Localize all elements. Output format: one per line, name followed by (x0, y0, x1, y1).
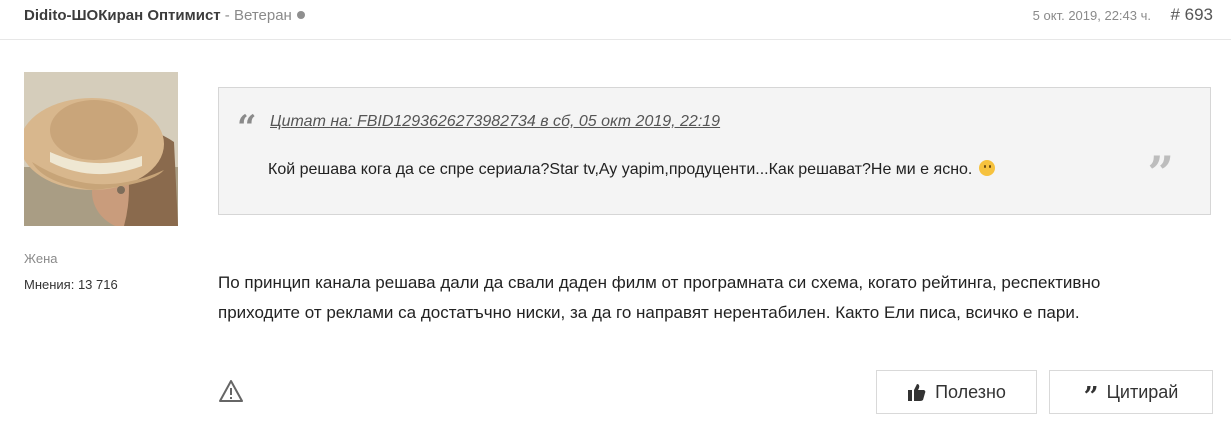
author-gender: Жена (24, 251, 58, 266)
offline-dot-icon (296, 11, 305, 20)
quote-icon: ” (1083, 382, 1099, 412)
quote-close-icon: ” (1147, 146, 1174, 200)
thinking-face-emoji (978, 160, 995, 176)
quote-block: “ Цитат на: FBID1293626273982734 в сб, 0… (218, 87, 1211, 215)
thumbs-up-icon (907, 382, 927, 402)
author-name[interactable]: Didito-ШОКиран Оптимист (24, 7, 221, 24)
author-separator: - (220, 7, 234, 24)
quote-button[interactable]: ” Цитирай (1049, 370, 1213, 414)
quote-open-icon: “ (237, 108, 257, 148)
post-date[interactable]: 5 окт. 2019, 22:43 ч. (1033, 8, 1151, 23)
quote-cite-link[interactable]: Цитат на: FBID1293626273982734 в сб, 05 … (270, 113, 720, 131)
quote-text-content: Кой решава кога да се спре сериала?Star … (268, 161, 973, 178)
report-button[interactable] (218, 378, 244, 404)
avatar-image (24, 72, 178, 226)
post-body-line: приходите от реклами са достатъчно ниски… (218, 303, 1080, 322)
post-number-link[interactable]: # 693 (1170, 5, 1213, 25)
author-rank: Ветеран (233, 7, 292, 24)
quote-text: Кой решава кога да се спре сериала?Star … (268, 160, 995, 179)
post-body: По принцип канала решава дали да свали д… (218, 268, 1208, 328)
like-button-label: Полезно (935, 381, 1006, 402)
warning-triangle-icon (219, 380, 243, 402)
post-body-line: По принцип канала решава дали да свали д… (218, 273, 1101, 292)
author-line: Didito-ШОКиран Оптимист - Ветеран (24, 7, 305, 24)
author-post-count: Мнения: 13 716 (24, 277, 118, 292)
like-button[interactable]: Полезно (876, 370, 1037, 414)
avatar[interactable] (24, 72, 178, 226)
post-header: Didito-ШОКиран Оптимист - Ветеран 5 окт.… (0, 0, 1231, 40)
quote-button-label: Цитирай (1106, 381, 1179, 402)
